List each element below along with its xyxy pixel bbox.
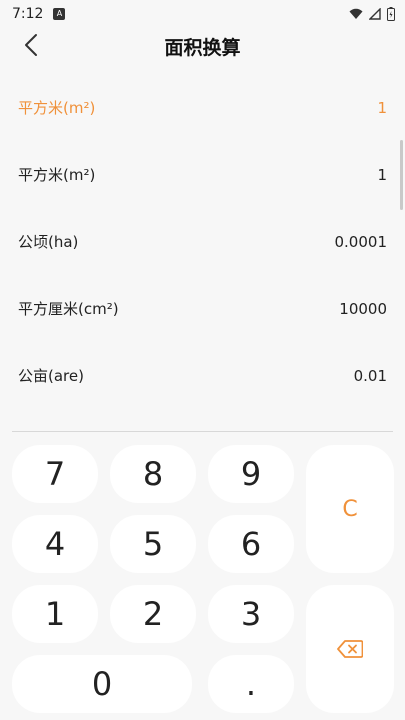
backspace-icon — [337, 640, 363, 658]
unit-label: 平方厘米(cm²) — [18, 300, 119, 318]
unit-value: 0.0001 — [334, 232, 388, 251]
unit-value: 10000 — [339, 299, 387, 318]
key-7[interactable]: 7 — [12, 445, 98, 503]
app-bar: 面积换算 — [0, 28, 405, 64]
unit-row-are[interactable]: 公亩(are) 0.01 — [0, 342, 405, 409]
key-2[interactable]: 2 — [110, 585, 196, 643]
key-9[interactable]: 9 — [208, 445, 294, 503]
key-4[interactable]: 4 — [12, 515, 98, 573]
unit-row-source[interactable]: 平方米(m²) 1 — [0, 74, 405, 141]
status-time: 7:12 — [12, 6, 44, 22]
unit-label: 公亩(are) — [18, 367, 84, 385]
unit-list: 平方米(m²) 1 平方米(m²) 1 公顷(ha) 0.0001 平方厘米(c… — [0, 74, 405, 409]
unit-value: 1 — [377, 98, 387, 117]
key-8[interactable]: 8 — [110, 445, 196, 503]
chevron-left-icon — [25, 34, 37, 56]
signal-icon — [369, 8, 381, 20]
unit-label: 平方米(m²) — [18, 166, 96, 184]
notification-icon: A — [53, 8, 66, 20]
scrollbar[interactable] — [400, 140, 403, 210]
key-1[interactable]: 1 — [12, 585, 98, 643]
unit-label: 公顷(ha) — [18, 233, 79, 251]
unit-value: 0.01 — [353, 366, 387, 385]
key-3[interactable]: 3 — [208, 585, 294, 643]
unit-row-square-meter[interactable]: 平方米(m²) 1 — [0, 141, 405, 208]
key-decimal[interactable]: . — [208, 655, 294, 713]
key-6[interactable]: 6 — [208, 515, 294, 573]
key-5[interactable]: 5 — [110, 515, 196, 573]
back-button[interactable] — [16, 30, 46, 60]
unit-value: 1 — [377, 165, 387, 184]
unit-row-square-centimeter[interactable]: 平方厘米(cm²) 10000 — [0, 275, 405, 342]
backspace-button[interactable] — [306, 585, 394, 713]
unit-row-hectare[interactable]: 公顷(ha) 0.0001 — [0, 208, 405, 275]
status-bar: 7:12 A — [0, 0, 405, 28]
battery-icon — [387, 7, 395, 21]
page-title: 面积换算 — [164, 36, 241, 59]
key-0[interactable]: 0 — [12, 655, 192, 713]
unit-label: 平方米(m²) — [18, 99, 96, 117]
wifi-icon — [349, 8, 363, 19]
divider — [12, 431, 393, 432]
clear-button[interactable]: C — [306, 445, 394, 573]
status-icons — [349, 7, 395, 21]
